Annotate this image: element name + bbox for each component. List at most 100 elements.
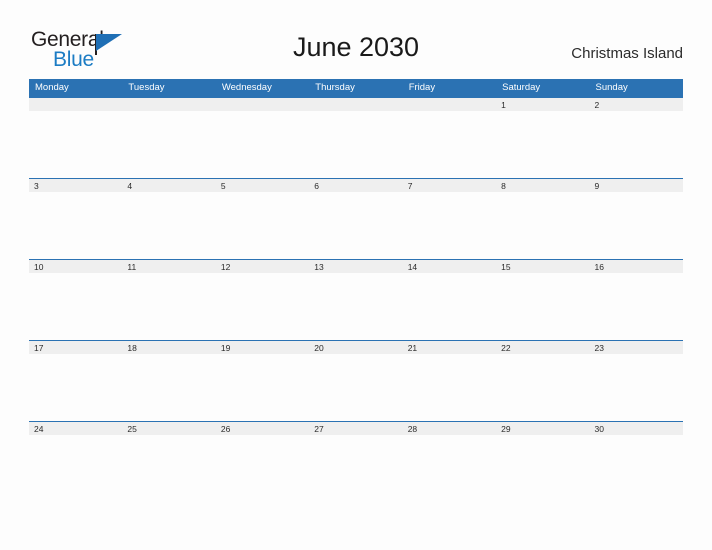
day-number: 17: [34, 343, 44, 353]
calendar-day-cell-17[interactable]: 17: [29, 340, 123, 421]
calendar-day-cell-26[interactable]: 26: [215, 421, 310, 502]
day-event-area[interactable]: [309, 436, 402, 502]
calendar-day-cell-27[interactable]: 27: [309, 421, 403, 502]
calendar-day-cell-11[interactable]: 11: [122, 259, 216, 340]
day-event-area[interactable]: [29, 355, 122, 421]
day-number-band: 14: [402, 259, 497, 273]
day-event-area[interactable]: [590, 355, 683, 421]
calendar-day-cell-13[interactable]: 13: [309, 259, 403, 340]
calendar-day-cell-29[interactable]: 29: [496, 421, 590, 502]
page-header: General Blue June 2030 Christmas Island: [0, 0, 712, 79]
day-number-band: 8: [496, 178, 590, 192]
weekday-header-saturday: Saturday: [502, 82, 541, 93]
day-event-area[interactable]: [496, 274, 589, 340]
calendar-day-cell-16[interactable]: 16: [589, 259, 683, 340]
day-event-area[interactable]: [122, 193, 215, 259]
calendar-day-cell-14[interactable]: 14: [402, 259, 497, 340]
calendar-week-row: 24 25 26 27 28 29 30: [29, 421, 683, 502]
day-number-band: 29: [496, 421, 590, 435]
calendar-day-cell-23[interactable]: 23: [589, 340, 683, 421]
calendar-day-cell-10[interactable]: 10: [29, 259, 123, 340]
calendar-day-cell-7[interactable]: 7: [402, 178, 497, 259]
day-event-area[interactable]: [403, 355, 496, 421]
day-event-area[interactable]: [216, 436, 309, 502]
day-number-band: 13: [309, 259, 403, 273]
day-number-band: 24: [29, 421, 123, 435]
calendar-day-cell-empty[interactable]: [29, 97, 123, 178]
calendar-day-cell-2[interactable]: 2: [589, 97, 683, 178]
day-event-area[interactable]: [590, 193, 683, 259]
calendar-day-cell-25[interactable]: 25: [122, 421, 216, 502]
calendar-day-cell-empty[interactable]: [122, 97, 216, 178]
day-event-area[interactable]: [122, 355, 215, 421]
weekday-header-friday: Friday: [408, 82, 436, 93]
calendar-week-row: 17 18 19 20 21 22 23: [29, 340, 683, 421]
day-number-band: 7: [402, 178, 497, 192]
day-number: 6: [314, 181, 319, 191]
day-number: 5: [220, 181, 226, 191]
day-number: 25: [127, 424, 137, 434]
calendar-day-cell-19[interactable]: 19: [215, 340, 310, 421]
calendar-day-cell-6[interactable]: 6: [309, 178, 403, 259]
day-event-area[interactable]: [122, 274, 215, 340]
calendar-day-cell-28[interactable]: 28: [402, 421, 497, 502]
calendar-day-cell-8[interactable]: 8: [496, 178, 590, 259]
day-event-area[interactable]: [29, 112, 122, 178]
day-event-area[interactable]: [216, 112, 309, 178]
day-number: 2: [594, 100, 600, 110]
day-event-area[interactable]: [216, 193, 309, 259]
day-number: 26: [220, 424, 231, 434]
calendar-day-cell-empty[interactable]: [402, 97, 497, 178]
day-event-area[interactable]: [122, 436, 215, 502]
day-event-area[interactable]: [496, 355, 589, 421]
day-event-area[interactable]: [590, 112, 683, 178]
day-event-area[interactable]: [309, 193, 402, 259]
day-event-area[interactable]: [216, 355, 309, 421]
day-number-band: 5: [215, 178, 310, 192]
day-event-area[interactable]: [590, 274, 683, 340]
day-event-area[interactable]: [403, 193, 496, 259]
day-number: 9: [594, 181, 600, 191]
calendar-day-cell-21[interactable]: 21: [402, 340, 497, 421]
day-event-area[interactable]: [309, 355, 402, 421]
day-number-band: 18: [122, 340, 216, 354]
day-number: 30: [594, 424, 604, 434]
day-number-band: [29, 97, 123, 111]
day-number-band: 6: [309, 178, 403, 192]
calendar-day-cell-24[interactable]: 24: [29, 421, 123, 502]
day-number-band: 28: [402, 421, 497, 435]
day-event-area[interactable]: [496, 436, 589, 502]
calendar-day-cell-20[interactable]: 20: [309, 340, 403, 421]
calendar-day-cell-15[interactable]: 15: [496, 259, 590, 340]
day-event-area[interactable]: [29, 193, 122, 259]
day-event-area[interactable]: [496, 193, 589, 259]
weekday-header-thursday: Thursday: [315, 82, 355, 93]
day-event-area[interactable]: [309, 274, 402, 340]
calendar-day-cell-empty[interactable]: [309, 97, 403, 178]
day-event-area[interactable]: [309, 112, 402, 178]
calendar-day-cell-5[interactable]: 5: [215, 178, 310, 259]
calendar-day-cell-9[interactable]: 9: [589, 178, 683, 259]
calendar-day-cell-3[interactable]: 3: [29, 178, 123, 259]
day-event-area[interactable]: [590, 436, 683, 502]
day-number: 12: [220, 262, 231, 272]
day-event-area[interactable]: [403, 112, 496, 178]
day-event-area[interactable]: [29, 436, 122, 502]
calendar-week-row: 12: [29, 97, 683, 178]
day-event-area[interactable]: [122, 112, 215, 178]
calendar-day-cell-4[interactable]: 4: [122, 178, 216, 259]
day-number-band: 15: [496, 259, 590, 273]
day-event-area[interactable]: [29, 274, 122, 340]
day-event-area[interactable]: [403, 436, 496, 502]
calendar-day-cell-30[interactable]: 30: [589, 421, 683, 502]
day-event-area[interactable]: [496, 112, 589, 178]
calendar-day-cell-empty[interactable]: [215, 97, 310, 178]
calendar-day-cell-18[interactable]: 18: [122, 340, 216, 421]
day-event-area[interactable]: [403, 274, 496, 340]
calendar-day-cell-1[interactable]: 1: [496, 97, 590, 178]
calendar-day-cell-22[interactable]: 22: [496, 340, 590, 421]
calendar-day-cell-12[interactable]: 12: [215, 259, 310, 340]
day-event-area[interactable]: [216, 274, 309, 340]
day-number: 29: [501, 424, 511, 434]
day-number-band: 20: [309, 340, 403, 354]
